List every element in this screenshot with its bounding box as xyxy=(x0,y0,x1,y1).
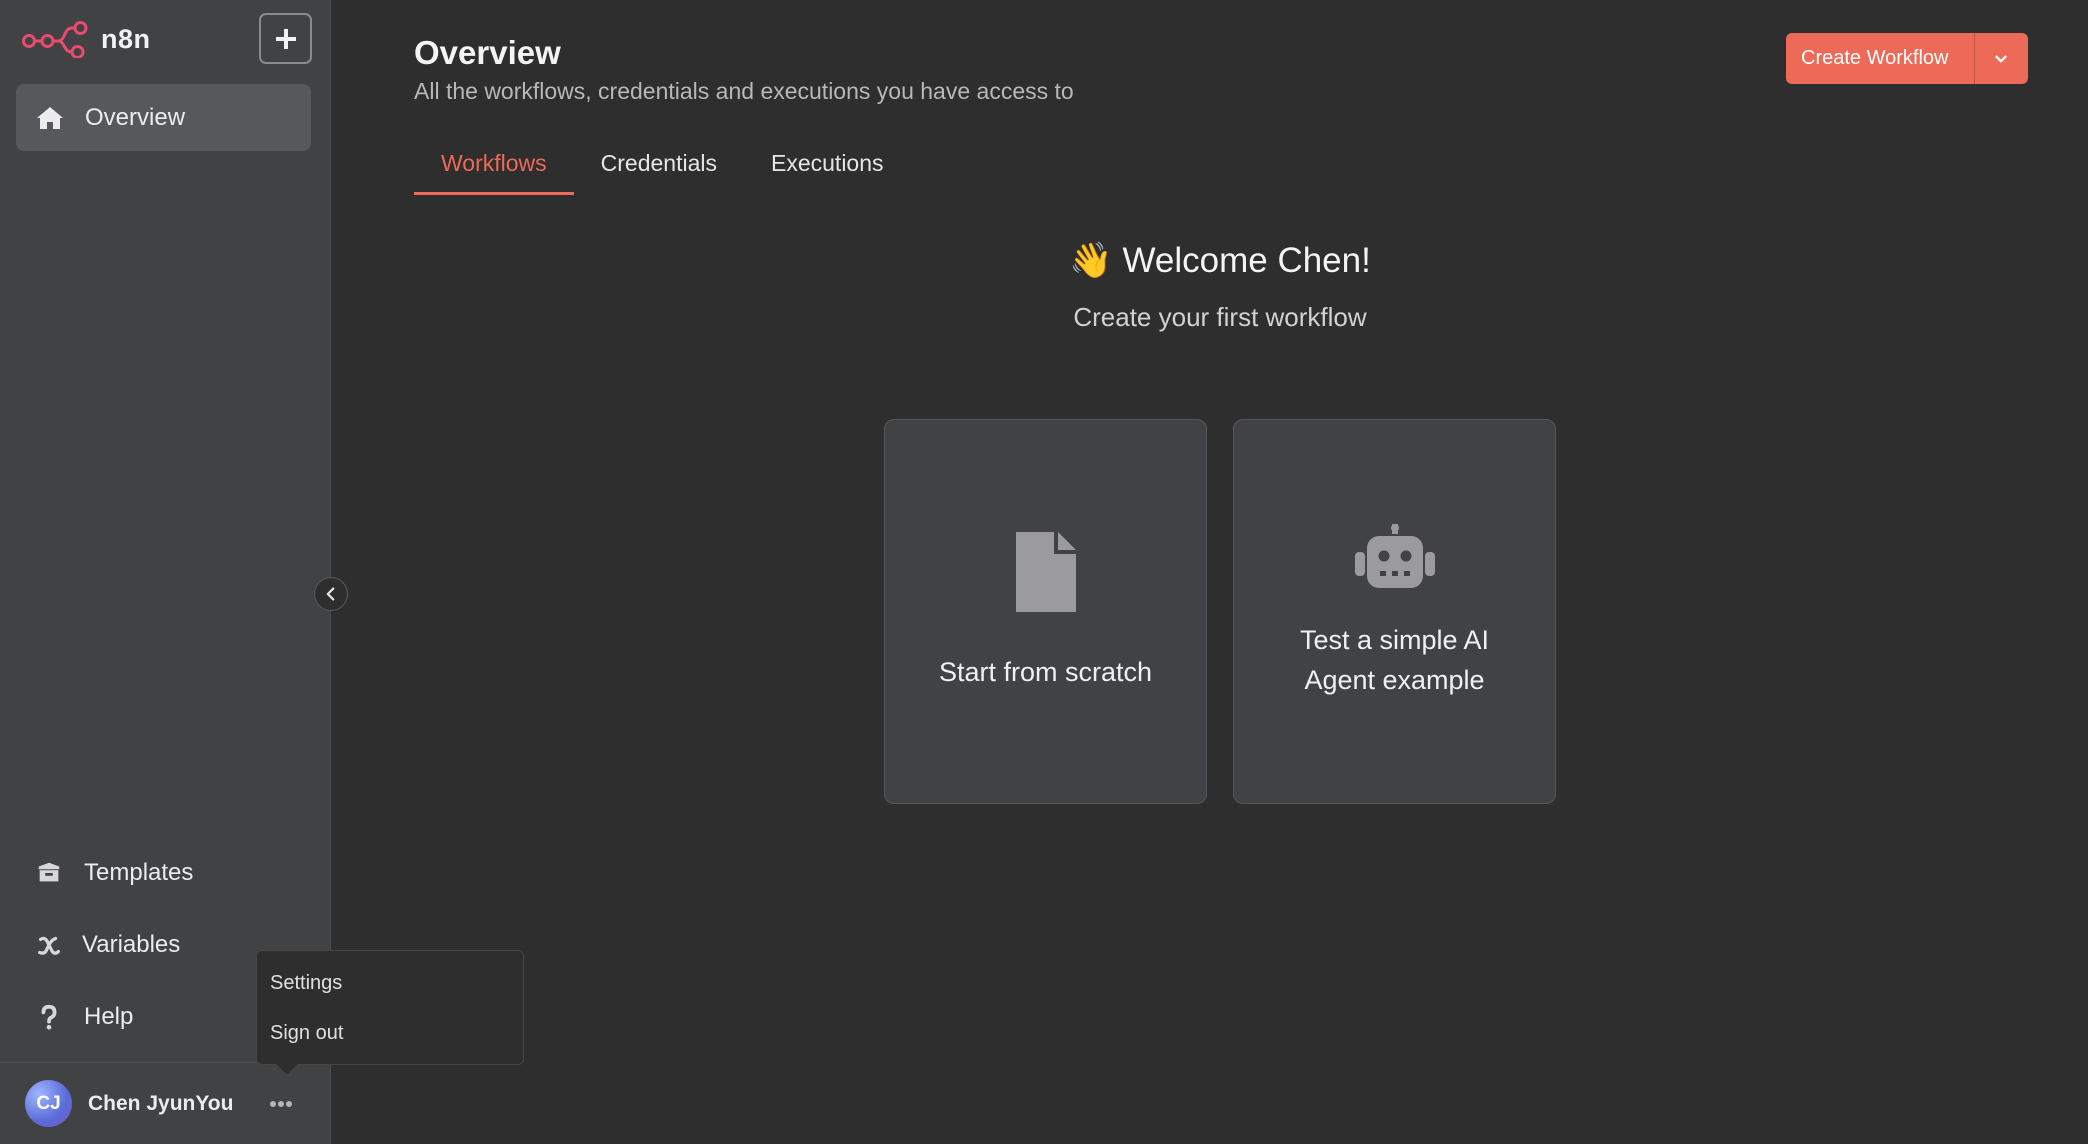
menu-item-settings[interactable]: Settings xyxy=(270,972,342,995)
add-button[interactable] xyxy=(259,13,312,64)
card-label-line: Agent example xyxy=(1304,664,1485,695)
create-workflow-label: Create Workflow xyxy=(1801,47,1949,69)
page-title: Overview xyxy=(414,34,561,71)
user-popup-menu: Settings Sign out xyxy=(256,950,524,1077)
avatar[interactable]: CJ xyxy=(25,1080,72,1127)
question-icon xyxy=(34,1002,64,1032)
logo[interactable]: n8n xyxy=(21,20,151,58)
ai-agent-example-card[interactable]: Test a simple AI Agent example xyxy=(1233,419,1556,804)
tab-workflows[interactable]: Workflows xyxy=(414,150,574,195)
more-options-button[interactable] xyxy=(266,1089,296,1119)
n8n-logo-icon xyxy=(22,21,88,58)
chevron-down-icon xyxy=(1995,55,2007,63)
chevron-left-icon xyxy=(326,587,335,601)
user-name: Chen JyunYou xyxy=(88,1091,234,1115)
plus-icon xyxy=(275,28,296,49)
avatar-initials: CJ xyxy=(36,1092,61,1114)
split-divider xyxy=(1974,33,1975,84)
main-content: Overview All the workflows, credentials … xyxy=(332,0,2088,1144)
sidebar-item-variables[interactable]: Variables xyxy=(16,920,266,970)
card-label-line: Test a simple AI xyxy=(1299,624,1490,655)
file-icon xyxy=(1015,531,1076,612)
welcome-subtitle: Create your first workflow xyxy=(1073,302,1367,332)
collapse-sidebar-button[interactable] xyxy=(314,577,348,611)
home-icon xyxy=(35,103,65,133)
welcome-title: Welcome Chen! xyxy=(1122,241,1371,280)
card-label: Test a simple AI Agent example xyxy=(1300,620,1489,700)
tab-credentials[interactable]: Credentials xyxy=(574,150,744,195)
sidebar-item-label: Templates xyxy=(84,859,194,886)
sidebar-item-label: Help xyxy=(84,1003,134,1030)
create-workflow-button[interactable]: Create Workflow xyxy=(1786,33,2028,84)
sidebar-item-label: Overview xyxy=(85,103,186,131)
card-label: Start from scratch xyxy=(938,656,1153,687)
sidebar-item-help[interactable]: Help xyxy=(16,992,266,1042)
sidebar-item-templates[interactable]: Templates xyxy=(16,848,266,898)
menu-item-sign-out[interactable]: Sign out xyxy=(270,1022,343,1045)
welcome-heading: 👋 Welcome Chen! xyxy=(332,240,2088,281)
page-subtitle: All the workflows, credentials and execu… xyxy=(414,78,1074,104)
user-menu: CJ Chen JyunYou xyxy=(0,1062,331,1144)
create-options-dropdown[interactable] xyxy=(1986,46,2016,72)
sidebar-item-overview[interactable]: Overview xyxy=(16,84,311,151)
wave-emoji: 👋 xyxy=(1069,241,1113,280)
sidebar-item-label: Variables xyxy=(82,931,181,958)
box-icon xyxy=(34,858,64,888)
app-window: n8n Overview Templates Variables Help CJ… xyxy=(0,0,2088,1144)
ellipsis-icon xyxy=(270,1101,292,1107)
logo-text: n8n xyxy=(101,23,151,54)
variable-x-icon xyxy=(34,930,64,960)
robot-icon xyxy=(1354,523,1435,588)
tab-executions[interactable]: Executions xyxy=(744,150,911,195)
tab-bar: Workflows Credentials Executions xyxy=(414,150,911,195)
start-from-scratch-card[interactable]: Start from scratch xyxy=(884,419,1207,804)
